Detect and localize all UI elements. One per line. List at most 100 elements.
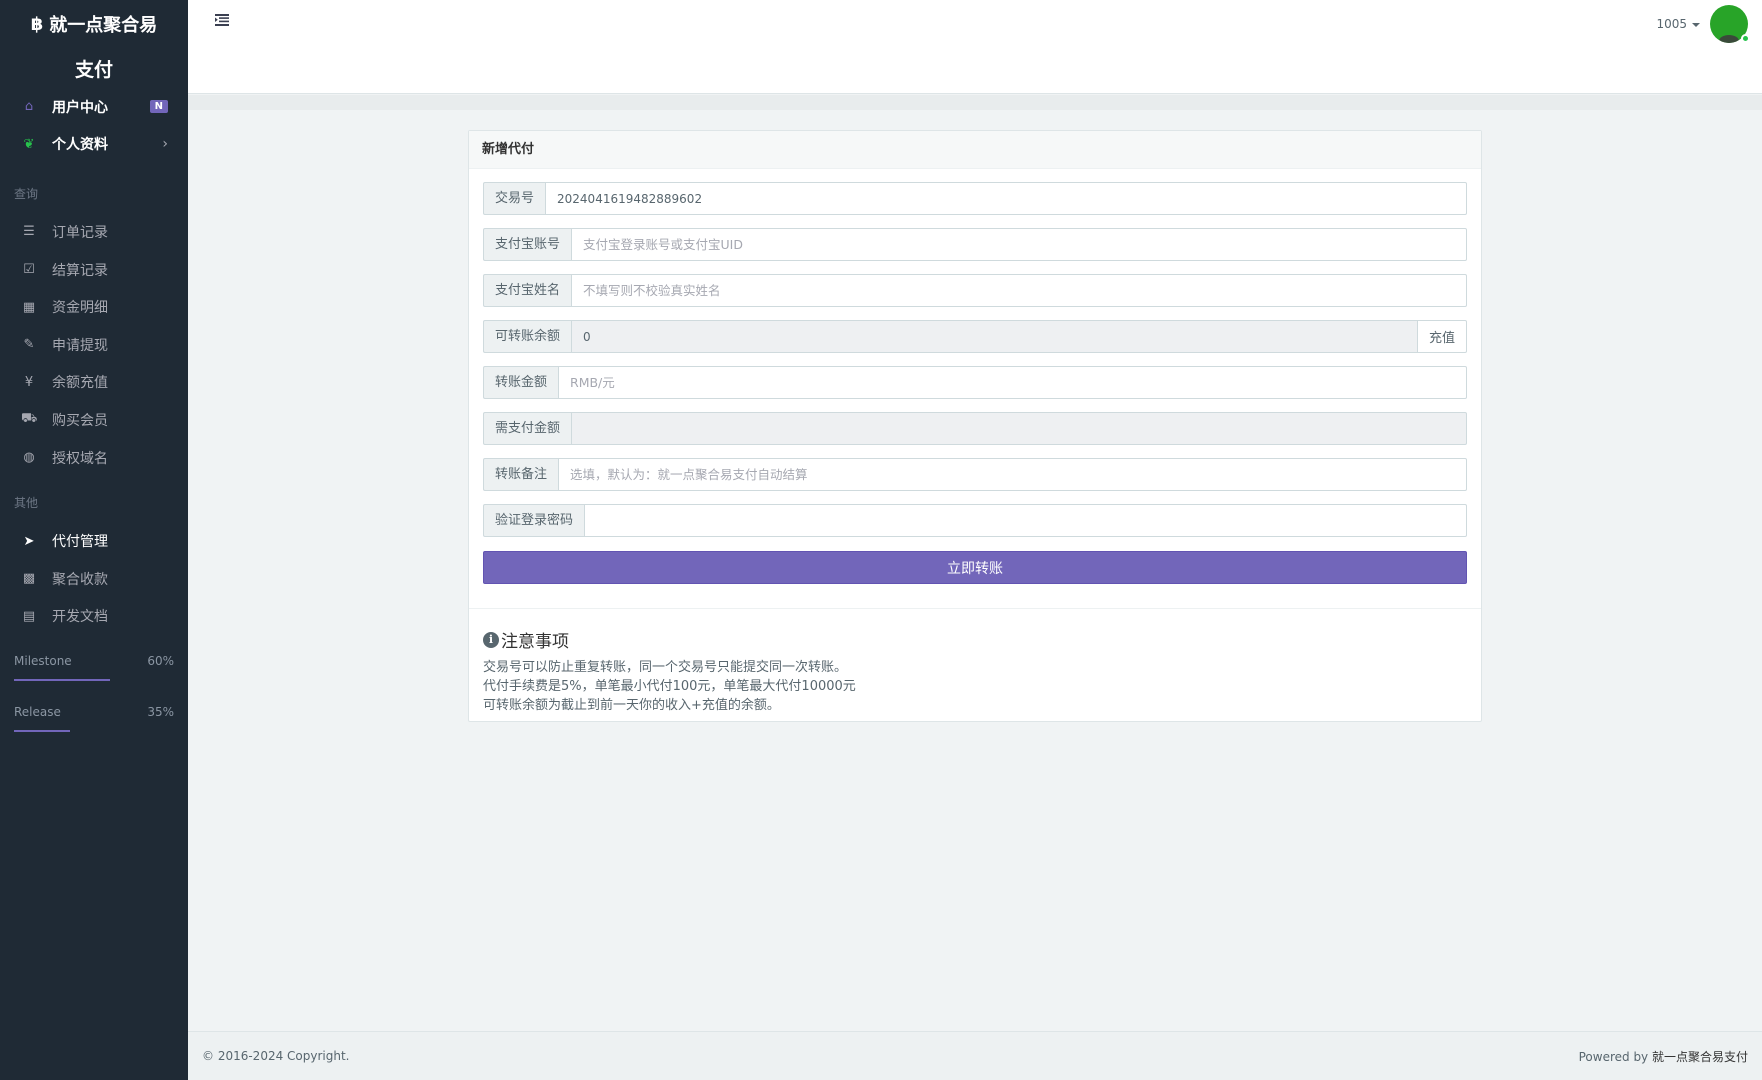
sidebar-item-label: 订单记录	[52, 224, 108, 241]
sidebar-item-orders[interactable]: ☰ 订单记录	[0, 213, 188, 251]
note-line: 可转账余额为截止到前一天你的收入+充值的余额。	[483, 698, 780, 713]
alipay-name-group: 支付宝姓名	[483, 274, 1467, 307]
calendar-icon: ▦	[22, 299, 36, 315]
progress-label-release: Release	[14, 705, 61, 720]
notes-heading: i 注意事项	[483, 627, 1467, 652]
nav-header-query: 查询	[14, 187, 39, 202]
sidebar-item-settlement[interactable]: ☑ 结算记录	[0, 251, 188, 289]
sidebar-item-home[interactable]: ⌂ 用户中心 N	[0, 88, 188, 126]
need-pay-input	[571, 412, 1467, 445]
footer: © 2016-2024 Copyright. Powered by 就一点聚合易…	[188, 1031, 1762, 1080]
note-line: 代付手续费是5%，单笔最小代付100元，单笔最大代付10000元	[483, 679, 856, 694]
progress-bar-release	[14, 730, 174, 733]
cart-icon: ⛟	[21, 411, 38, 427]
sidebar-item-aggregate[interactable]: ▩ 聚合收款	[0, 560, 188, 598]
need-pay-label: 需支付金额	[483, 412, 572, 445]
balance-group: 可转账余额 充值	[483, 320, 1467, 353]
user-name[interactable]: 1005	[1656, 17, 1700, 31]
sidebar: ฿ 就一点聚合易 支付 ⌂ 用户中心 N ❦ 个人资料 › 查询 ☰ 订单记录 ☑ 结算记录 ▦ 资…	[0, 0, 188, 1080]
balance-label: 可转账余额	[483, 320, 572, 353]
powered-by-link[interactable]: 就一点聚合易支付	[1652, 1050, 1748, 1064]
sidebar-item-docs[interactable]: ▤ 开发文档	[0, 598, 188, 636]
alipay-name-label: 支付宝姓名	[483, 274, 572, 307]
progress-block: Milestone 60% Release 35%	[0, 651, 188, 733]
alipay-name-input[interactable]	[571, 274, 1467, 307]
sidebar-item-label: 资金明细	[52, 300, 108, 317]
amount-label: 转账金额	[483, 366, 559, 399]
password-group: 验证登录密码	[483, 504, 1467, 537]
sidebar-item-label: 开发文档	[52, 609, 108, 626]
sidebar-item-payout[interactable]: ➤ 代付管理	[0, 522, 188, 560]
bitcoin-icon: ฿	[30, 13, 44, 35]
sidebar-item-vip[interactable]: ⛟ 购买会员	[0, 401, 188, 439]
book-icon: ▤	[22, 608, 36, 624]
sidebar-item-funds[interactable]: ▦ 资金明细	[0, 288, 188, 326]
subheader-strip	[188, 95, 1762, 110]
sidebar-item-label: 授权域名	[52, 450, 108, 467]
sidebar-item-label: 用户中心	[52, 99, 108, 116]
payout-panel: 新增代付 交易号 支付宝账号 支付宝姓名 可转账余额 充值 转账金额 需支付金额…	[468, 130, 1482, 722]
need-pay-group: 需支付金额	[483, 412, 1467, 445]
remark-label: 转账备注	[483, 458, 559, 491]
copyright: © 2016-2024 Copyright.	[202, 1049, 350, 1063]
amount-group: 转账金额	[483, 366, 1467, 399]
trade-no-input[interactable]	[545, 182, 1467, 215]
brand-subtitle: 支付	[74, 59, 113, 81]
notes-title: 注意事项	[501, 632, 569, 652]
sidebar-item-label: 个人资料	[52, 137, 108, 154]
trade-no-group: 交易号	[483, 182, 1467, 215]
progress-value-release: 35%	[147, 705, 174, 720]
sidebar-item-profile[interactable]: ❦ 个人资料 ›	[0, 126, 188, 164]
sidebar-item-recharge[interactable]: ¥ 余额充值	[0, 364, 188, 402]
alipay-account-label: 支付宝账号	[483, 228, 572, 261]
user-menu[interactable]: 1005	[1656, 5, 1750, 43]
password-label: 验证登录密码	[483, 504, 585, 537]
balance-input	[571, 320, 1418, 353]
sidebar-item-label: 聚合收款	[52, 571, 108, 588]
sidebar-item-label: 代付管理	[52, 534, 108, 551]
remark-group: 转账备注	[483, 458, 1467, 491]
alipay-account-group: 支付宝账号	[483, 228, 1467, 261]
paper-plane-icon: ➤	[23, 533, 35, 549]
remark-input[interactable]	[558, 458, 1467, 491]
check-square-icon: ☑	[23, 262, 35, 278]
progress-fill-release	[14, 730, 70, 733]
edit-icon: ✎	[23, 337, 35, 353]
leaf-icon: ❦	[23, 136, 35, 152]
nav-header-other: 其他	[14, 496, 39, 511]
indent-icon[interactable]	[215, 14, 229, 30]
sidebar-item-label: 余额充值	[52, 375, 108, 392]
progress-bar-milestone	[14, 679, 174, 682]
progress-label-milestone: Milestone	[14, 654, 72, 669]
password-input[interactable]	[584, 504, 1467, 537]
new-badge: N	[149, 100, 168, 114]
online-status-dot	[1741, 34, 1750, 43]
progress-fill-milestone	[14, 679, 110, 682]
top-header: 1005	[188, 0, 1762, 94]
sidebar-item-domain[interactable]: ◍ 授权域名	[0, 439, 188, 477]
list-icon: ☰	[23, 224, 35, 240]
notes-section: i 注意事项 交易号可以防止重复转账，同一个交易号只能提交同一次转账。 代付手续…	[469, 609, 1481, 715]
caret-down-icon	[1692, 22, 1700, 27]
amount-input[interactable]	[558, 366, 1467, 399]
trade-no-label: 交易号	[483, 182, 546, 215]
note-line: 交易号可以防止重复转账，同一个交易号只能提交同一次转账。	[483, 660, 848, 675]
panel-title: 新增代付	[469, 131, 1481, 169]
sidebar-item-withdraw[interactable]: ✎ 申请提现	[0, 326, 188, 364]
info-circle-icon: i	[483, 631, 499, 648]
brand-name: 就一点聚合易	[49, 15, 158, 36]
sidebar-item-label: 结算记录	[52, 262, 108, 279]
submit-transfer-button[interactable]: 立即转账	[483, 551, 1467, 584]
sidebar-item-label: 购买会员	[52, 412, 108, 429]
progress-value-milestone: 60%	[147, 654, 174, 669]
globe-icon: ◍	[23, 450, 35, 466]
home-icon: ⌂	[24, 99, 34, 115]
yen-icon: ¥	[24, 374, 34, 390]
brand[interactable]: ฿ 就一点聚合易	[0, 0, 188, 48]
powered-by: Powered by 就一点聚合易支付	[1578, 1049, 1748, 1064]
alipay-account-input[interactable]	[571, 228, 1467, 261]
chevron-right-icon: ›	[162, 136, 168, 153]
sidebar-item-label: 申请提现	[52, 337, 108, 354]
qrcode-icon: ▩	[22, 571, 36, 587]
recharge-button[interactable]: 充值	[1417, 320, 1467, 353]
